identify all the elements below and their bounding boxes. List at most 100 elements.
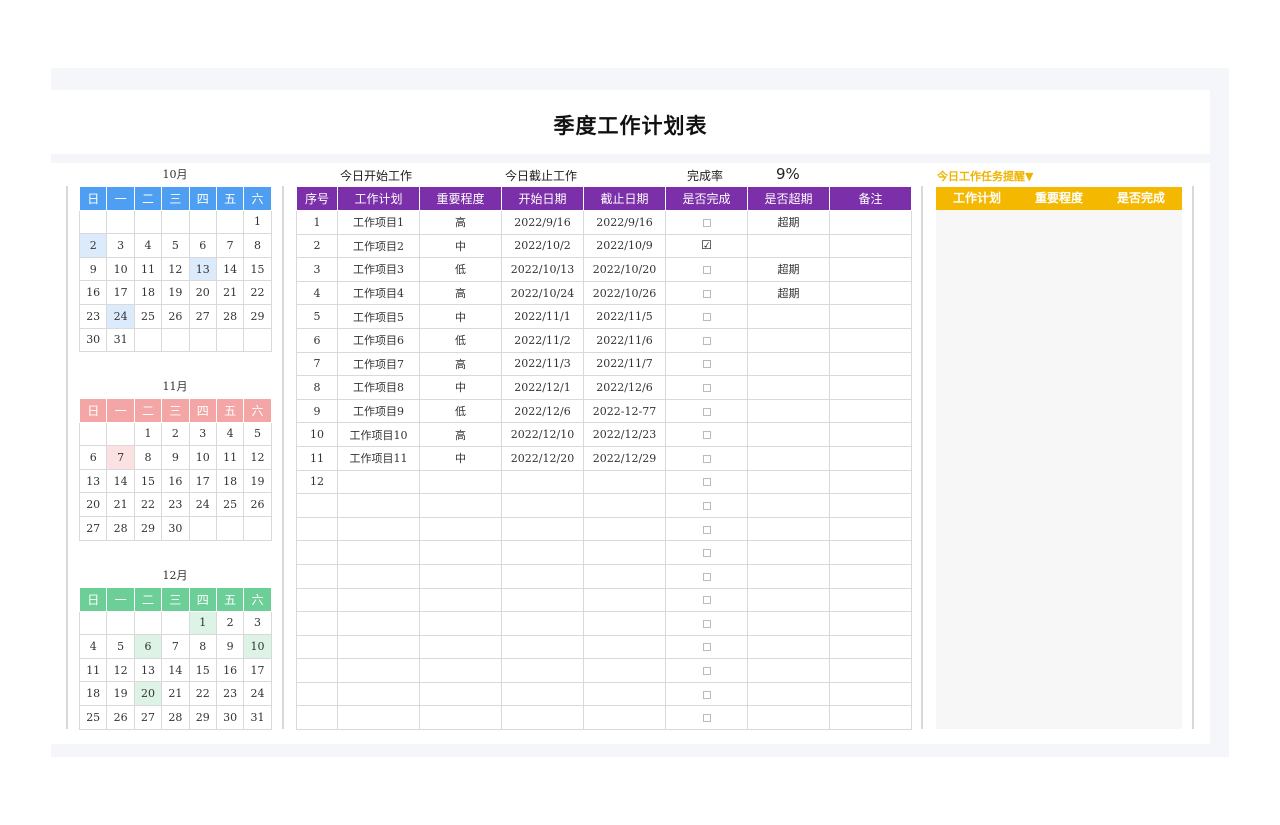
checkbox-icon[interactable]: [702, 431, 711, 440]
cell-task[interactable]: [337, 493, 420, 518]
calendar-day[interactable]: 7: [215, 233, 245, 258]
done-cell[interactable]: [665, 611, 748, 636]
checkbox-icon[interactable]: [702, 596, 711, 605]
calendar-day[interactable]: 2: [215, 610, 245, 636]
cell-overdue[interactable]: [747, 540, 830, 565]
done-cell[interactable]: [665, 257, 748, 282]
calendar-day[interactable]: 12: [161, 256, 190, 282]
cell-task[interactable]: [337, 563, 420, 589]
cell-note[interactable]: [829, 493, 912, 518]
cell-no[interactable]: 10: [296, 422, 338, 447]
cell-no[interactable]: [296, 634, 338, 660]
checkbox-icon[interactable]: [702, 643, 711, 652]
cell-due[interactable]: 2022/12/6: [583, 375, 666, 400]
done-cell[interactable]: [665, 351, 748, 377]
done-cell[interactable]: [665, 705, 748, 731]
checkbox-icon[interactable]: [702, 360, 711, 369]
cell-note[interactable]: [829, 257, 912, 282]
checkbox-icon[interactable]: [702, 619, 711, 628]
calendar-day[interactable]: 11: [133, 256, 163, 282]
cell-due[interactable]: 2022/9/16: [583, 210, 666, 235]
cell-no[interactable]: [296, 563, 338, 589]
cell-start[interactable]: [501, 681, 584, 707]
cell-priority[interactable]: 高: [419, 351, 502, 377]
cell-due[interactable]: [583, 705, 666, 731]
checkbox-icon[interactable]: [702, 501, 711, 510]
cell-task[interactable]: 工作项目7: [337, 351, 420, 377]
cell-priority[interactable]: [419, 540, 502, 565]
cell-priority[interactable]: [419, 469, 502, 495]
cell-note[interactable]: [829, 611, 912, 636]
calendar-day[interactable]: 6: [133, 634, 163, 659]
calendar-day[interactable]: 12: [106, 657, 135, 683]
cell-note[interactable]: [829, 563, 912, 589]
calendar-day[interactable]: 22: [243, 280, 272, 305]
checkbox-icon[interactable]: [702, 383, 711, 392]
cell-overdue[interactable]: [747, 469, 830, 495]
cell-start[interactable]: [501, 587, 584, 613]
cell-due[interactable]: [583, 469, 666, 495]
calendar-day[interactable]: 27: [188, 303, 217, 329]
cell-due[interactable]: [583, 493, 666, 518]
cell-start[interactable]: [501, 493, 584, 518]
done-cell[interactable]: [665, 304, 748, 329]
cell-no[interactable]: 3: [296, 257, 338, 282]
calendar-day[interactable]: 9: [161, 445, 190, 470]
cell-priority[interactable]: 中: [419, 233, 502, 259]
calendar-day[interactable]: 23: [215, 681, 245, 706]
calendar-day[interactable]: 31: [106, 327, 135, 353]
cell-priority[interactable]: [419, 705, 502, 731]
cell-start[interactable]: [501, 658, 584, 683]
calendar-day[interactable]: 28: [161, 704, 190, 730]
cell-task[interactable]: [337, 516, 420, 542]
cell-note[interactable]: [829, 540, 912, 565]
cell-note[interactable]: [829, 375, 912, 400]
cell-task[interactable]: 工作项目2: [337, 233, 420, 259]
cell-note[interactable]: [829, 327, 912, 353]
cell-task[interactable]: 工作项目1: [337, 210, 420, 235]
calendar-day[interactable]: 5: [243, 421, 272, 447]
calendar-day[interactable]: 8: [133, 445, 163, 470]
cell-task[interactable]: [337, 587, 420, 613]
calendar-day[interactable]: 19: [243, 468, 272, 494]
calendar-day[interactable]: 27: [78, 515, 108, 541]
checkbox-icon[interactable]: [702, 525, 711, 534]
cell-no[interactable]: 7: [296, 351, 338, 377]
cell-start[interactable]: 2022/12/20: [501, 445, 584, 471]
cell-no[interactable]: [296, 587, 338, 613]
cell-note[interactable]: [829, 658, 912, 683]
cell-no[interactable]: 12: [296, 469, 338, 495]
done-cell[interactable]: [665, 280, 748, 306]
calendar-day[interactable]: 3: [243, 610, 272, 636]
cell-task[interactable]: 工作项目11: [337, 445, 420, 471]
calendar-day[interactable]: 28: [215, 303, 245, 329]
done-cell[interactable]: [665, 516, 748, 542]
cell-no[interactable]: 11: [296, 445, 338, 471]
calendar-day[interactable]: 29: [133, 515, 163, 541]
cell-task[interactable]: [337, 681, 420, 707]
checkbox-checked-icon[interactable]: ☑: [701, 239, 712, 251]
cell-start[interactable]: 2022/12/10: [501, 422, 584, 447]
cell-no[interactable]: 6: [296, 327, 338, 353]
checkbox-icon[interactable]: [702, 478, 711, 487]
cell-start[interactable]: 2022/12/1: [501, 375, 584, 400]
calendar-day[interactable]: 15: [188, 657, 217, 683]
cell-priority[interactable]: 低: [419, 327, 502, 353]
cell-priority[interactable]: [419, 681, 502, 707]
calendar-day[interactable]: 4: [78, 634, 108, 659]
done-cell[interactable]: [665, 634, 748, 660]
cell-no[interactable]: [296, 516, 338, 542]
cell-priority[interactable]: [419, 587, 502, 613]
cell-overdue[interactable]: [747, 375, 830, 400]
checkbox-icon[interactable]: [702, 313, 711, 322]
cell-start[interactable]: [501, 469, 584, 495]
cell-start[interactable]: 2022/11/2: [501, 327, 584, 353]
calendar-day[interactable]: 10: [243, 634, 272, 659]
cell-priority[interactable]: 低: [419, 398, 502, 424]
calendar-day[interactable]: 7: [161, 634, 190, 659]
done-cell[interactable]: [665, 587, 748, 613]
cell-priority[interactable]: 中: [419, 445, 502, 471]
calendar-day[interactable]: 29: [243, 303, 272, 329]
calendar-day[interactable]: 2: [78, 233, 108, 258]
cell-no[interactable]: 9: [296, 398, 338, 424]
